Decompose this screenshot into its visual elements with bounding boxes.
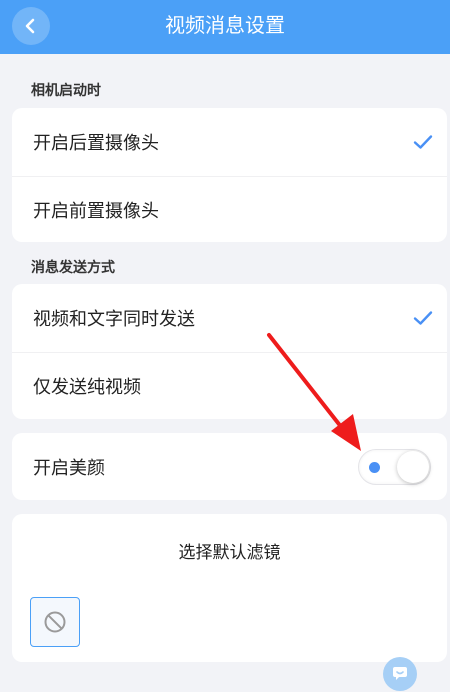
filter-title: 选择默认滤镜 <box>178 543 281 563</box>
camera-section-label: 相机启动时 <box>31 83 101 99</box>
option-video-and-text[interactable]: 视频和文字同时发送 <box>12 284 447 352</box>
beauty-label: 开启美颜 <box>33 457 105 479</box>
send-options-card: 视频和文字同时发送 仅发送纯视频 <box>12 284 447 419</box>
option-rear-camera[interactable]: 开启后置摄像头 <box>12 108 447 176</box>
floating-action-button[interactable] <box>383 657 417 691</box>
option-label: 开启后置摄像头 <box>33 133 159 154</box>
checkmark-icon <box>413 311 433 325</box>
beauty-row: 开启美颜 <box>12 433 447 500</box>
toggle-indicator-dot <box>369 461 380 473</box>
header-bar: 视频消息设置 <box>0 0 450 54</box>
option-front-camera[interactable]: 开启前置摄像头 <box>12 176 447 244</box>
option-label: 视频和文字同时发送 <box>33 309 195 330</box>
option-label: 开启前置摄像头 <box>33 201 159 222</box>
camera-options-card: 开启后置摄像头 开启前置摄像头 <box>12 108 447 242</box>
beauty-card: 开启美颜 <box>12 433 447 500</box>
filter-card: 选择默认滤镜 <box>12 514 447 662</box>
no-filter-icon <box>44 611 66 633</box>
chat-bubble-icon <box>393 667 407 680</box>
no-filter-option[interactable] <box>30 597 80 647</box>
checkmark-icon <box>413 135 433 149</box>
option-label: 仅发送纯视频 <box>33 377 141 398</box>
beauty-toggle[interactable] <box>358 448 431 485</box>
send-section-label: 消息发送方式 <box>31 260 115 276</box>
toggle-knob <box>397 450 429 483</box>
option-video-only[interactable]: 仅发送纯视频 <box>12 352 447 420</box>
page-title: 视频消息设置 <box>165 13 285 37</box>
